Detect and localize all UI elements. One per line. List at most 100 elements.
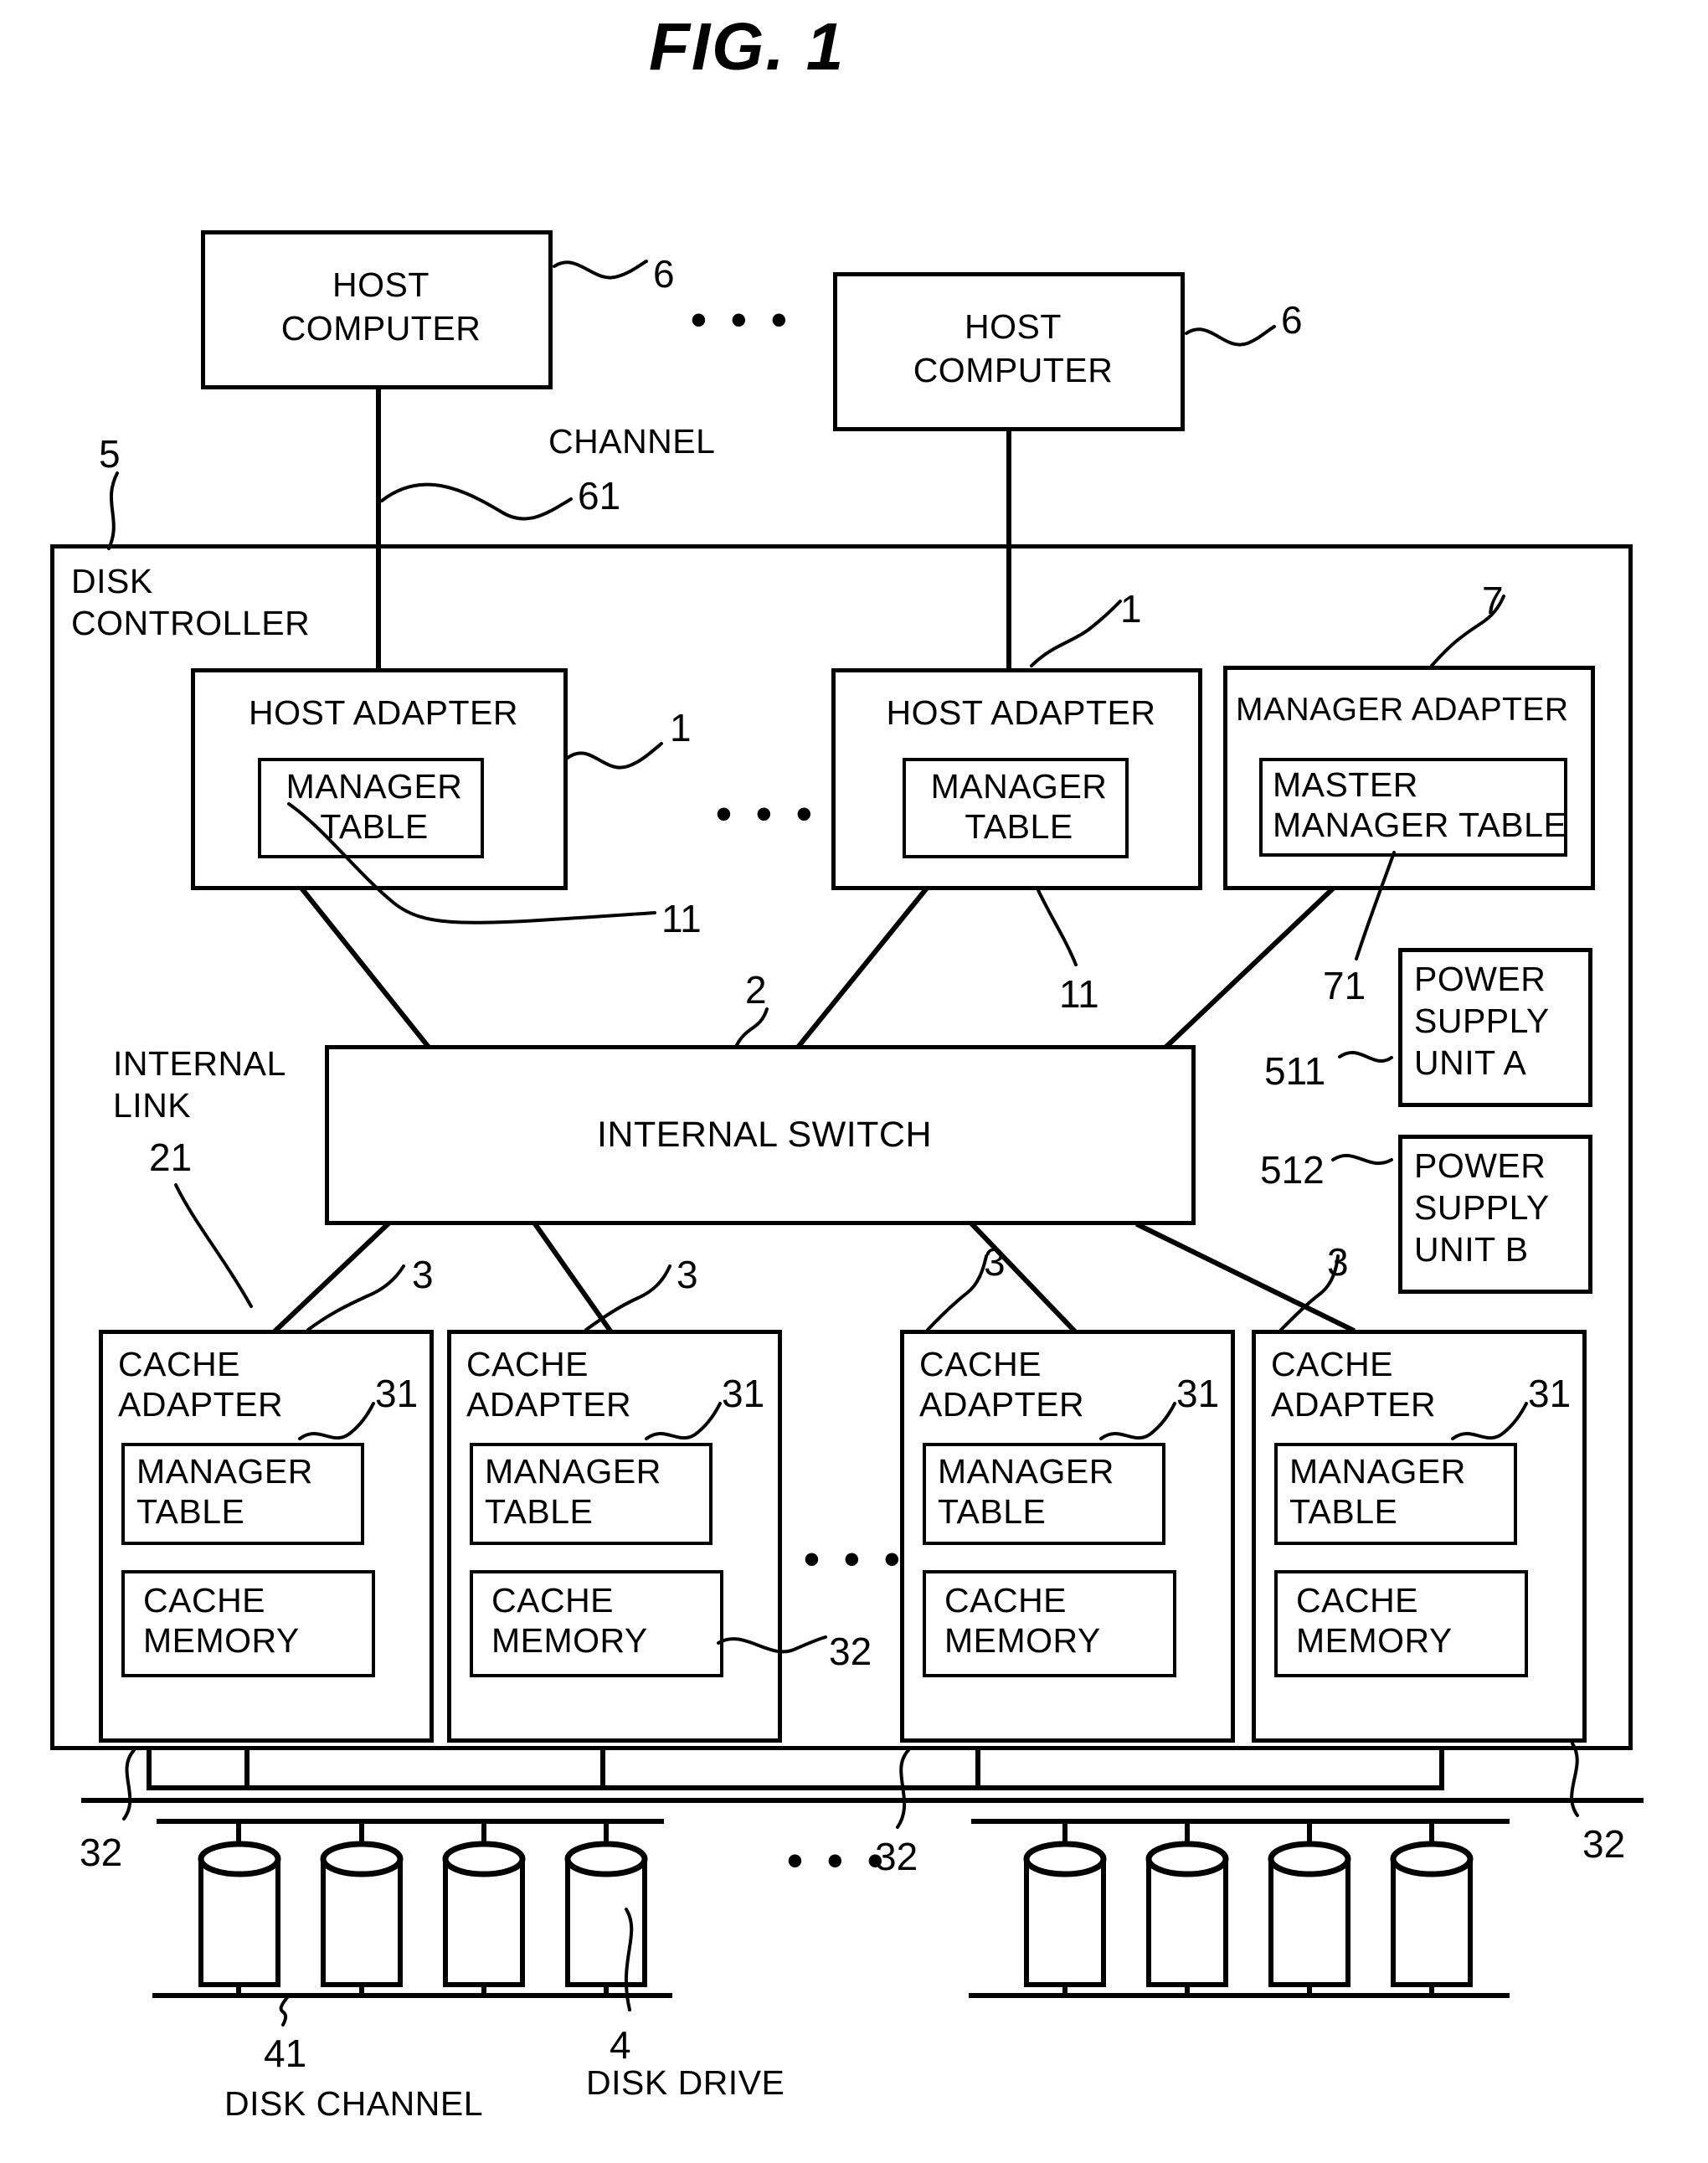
- disk-body-l2: [321, 1857, 403, 1987]
- power-supply-unit-a: POWER SUPPLY UNIT A: [1398, 948, 1592, 1107]
- ref-11-left: 11: [661, 897, 702, 940]
- disk-body-l4: [565, 1857, 647, 1987]
- leader-ref-5: [107, 471, 119, 550]
- ref-32-cache-memory: 32: [829, 1630, 872, 1673]
- ref-71: 71: [1323, 964, 1366, 1007]
- cache-adapter-4-cache-memory-line2: MEMORY: [1296, 1621, 1453, 1660]
- disk-group-ellipsis: • • •: [787, 1836, 889, 1886]
- host-computer-1: HOST COMPUTER: [201, 230, 553, 389]
- disk-body-r2: [1146, 1857, 1228, 1987]
- cache-adapter-ellipsis: • • •: [804, 1534, 906, 1584]
- cache-adapter-3-cache-memory: CACHE MEMORY: [923, 1570, 1176, 1677]
- disk-top-r1: [1023, 1841, 1107, 1877]
- cache-adapter-3-cache-memory-line2: MEMORY: [944, 1621, 1101, 1660]
- power-supply-a-line1: POWER: [1414, 960, 1546, 998]
- power-supply-b-line3: UNIT B: [1414, 1230, 1529, 1269]
- power-supply-a-line2: SUPPLY: [1414, 1002, 1550, 1040]
- cache-adapter-4-manager-table-line2: TABLE: [1289, 1492, 1398, 1531]
- manager-adapter: MANAGER ADAPTER MASTER MANAGER TABLE: [1223, 666, 1595, 890]
- ref-3-1: 3: [412, 1253, 434, 1296]
- ref-4: 4: [610, 2023, 631, 2067]
- cache-adapter-2-manager-table: MANAGER TABLE: [470, 1443, 713, 1545]
- cache-adapter-3-line2: ADAPTER: [919, 1385, 1085, 1424]
- ref-512: 512: [1260, 1148, 1325, 1192]
- disk-drive-group-right: [1023, 1819, 1474, 1998]
- cache-adapter-2-manager-table-line1: MANAGER: [485, 1452, 661, 1491]
- host-adapter-ellipsis: • • •: [716, 789, 818, 839]
- ref-3-3: 3: [984, 1240, 1006, 1284]
- ref-11-right: 11: [1059, 972, 1099, 1016]
- disk-drive-group-left: [198, 1819, 648, 1998]
- ref-32-left: 32: [80, 1831, 123, 1874]
- cache-adapter-4-cache-memory: CACHE MEMORY: [1274, 1570, 1528, 1677]
- power-supply-b-line1: POWER: [1414, 1146, 1546, 1185]
- ref-21: 21: [149, 1136, 193, 1179]
- disk-body-r3: [1268, 1857, 1350, 1987]
- internal-link-line1: INTERNAL: [113, 1044, 286, 1083]
- cache-adapter-2-line2: ADAPTER: [466, 1385, 632, 1424]
- leader-ref-32-right: [1570, 1742, 1579, 1817]
- host-adapter-2-manager-table-line1: MANAGER: [930, 767, 1108, 806]
- leader-ref-4: [625, 1908, 634, 2011]
- figure-title: FIG. 1: [649, 9, 846, 84]
- master-manager-table-line1: MASTER: [1273, 765, 1418, 804]
- cache-adapter-3-manager-table: MANAGER TABLE: [923, 1443, 1165, 1545]
- ref-32-right: 32: [1582, 1822, 1626, 1866]
- host-computer-1-line2: COMPUTER: [280, 309, 481, 348]
- host-adapter-1-manager-table-line2: TABLE: [320, 807, 429, 846]
- leader-ref-32-left: [122, 1748, 136, 1821]
- cache-adapter-1-line1: CACHE: [118, 1345, 241, 1383]
- disk-controller-line1: DISK: [71, 562, 153, 600]
- disk-top-l4: [564, 1841, 648, 1877]
- cache-adapter-4-manager-table-line1: MANAGER: [1289, 1452, 1466, 1491]
- leader-ref-32-mid: [896, 1748, 910, 1829]
- leader-ref-6-left: [553, 260, 648, 280]
- ref-2: 2: [745, 968, 767, 1012]
- master-manager-table: MASTER MANAGER TABLE: [1259, 758, 1567, 857]
- host-adapter-2-manager-table-line2: TABLE: [965, 807, 1073, 846]
- disk-bus-top-left: [147, 1748, 1444, 1790]
- host-adapter-2: HOST ADAPTER MANAGER TABLE: [831, 668, 1202, 890]
- ref-511: 511: [1264, 1049, 1326, 1093]
- internal-link-line2: LINK: [113, 1086, 192, 1125]
- cache-adapter-3-line1: CACHE: [919, 1345, 1042, 1383]
- host-computer-1-line1: HOST: [332, 265, 430, 304]
- manager-adapter-title: MANAGER ADAPTER: [1236, 692, 1569, 728]
- cache-adapter-3-manager-table-line1: MANAGER: [938, 1452, 1114, 1491]
- host-adapter-1-manager-table-line1: MANAGER: [286, 767, 463, 806]
- ref-61: 61: [578, 474, 621, 518]
- ref-31-4: 31: [1528, 1372, 1572, 1415]
- leader-ref-61: [380, 482, 573, 521]
- disk-body-l3: [443, 1857, 525, 1987]
- cache-adapter-1-cache-memory-line2: MEMORY: [143, 1621, 300, 1660]
- disk-controller-line2: CONTROLLER: [71, 604, 311, 642]
- host-computer-2-line2: COMPUTER: [913, 351, 1114, 389]
- disk-top-r3: [1268, 1841, 1351, 1877]
- leader-ref-41: [279, 1994, 291, 2027]
- host-computer-2: HOST COMPUTER: [833, 272, 1185, 431]
- disk-top-l1: [198, 1841, 281, 1877]
- host-adapter-1: HOST ADAPTER MANAGER TABLE: [191, 668, 568, 890]
- internal-switch-label: INTERNAL SWITCH: [596, 1115, 933, 1155]
- ref-6-right: 6: [1281, 298, 1303, 342]
- ref-1-right: 1: [1120, 587, 1142, 631]
- host-computer-2-line1: HOST: [965, 307, 1062, 346]
- host-adapter-2-manager-table: MANAGER TABLE: [903, 758, 1129, 858]
- cache-adapter-2-cache-memory-line2: MEMORY: [491, 1621, 648, 1660]
- power-supply-a-line3: UNIT A: [1414, 1043, 1527, 1082]
- cache-adapter-2-cache-memory: CACHE MEMORY: [470, 1570, 723, 1677]
- ref-3-4: 3: [1327, 1240, 1349, 1284]
- disk-drive-label: DISK DRIVE: [586, 2063, 785, 2102]
- cache-adapter-1-manager-table: MANAGER TABLE: [121, 1443, 364, 1545]
- disk-channel-label: DISK CHANNEL: [224, 2084, 484, 2123]
- power-supply-b-line2: SUPPLY: [1414, 1188, 1550, 1227]
- cache-adapter-4-manager-table: MANAGER TABLE: [1274, 1443, 1517, 1545]
- host-ellipsis: • • •: [691, 295, 793, 345]
- cache-adapter-2-line1: CACHE: [466, 1345, 589, 1383]
- ref-5: 5: [99, 432, 121, 476]
- disk-bus-top-right: [975, 1748, 1444, 1790]
- cache-adapter-1-manager-table-line2: TABLE: [136, 1492, 245, 1531]
- cache-adapter-3-manager-table-line2: TABLE: [938, 1492, 1047, 1531]
- cache-adapter-1-cache-memory-line1: CACHE: [143, 1581, 266, 1620]
- internal-switch-box: INTERNAL SWITCH: [325, 1045, 1196, 1225]
